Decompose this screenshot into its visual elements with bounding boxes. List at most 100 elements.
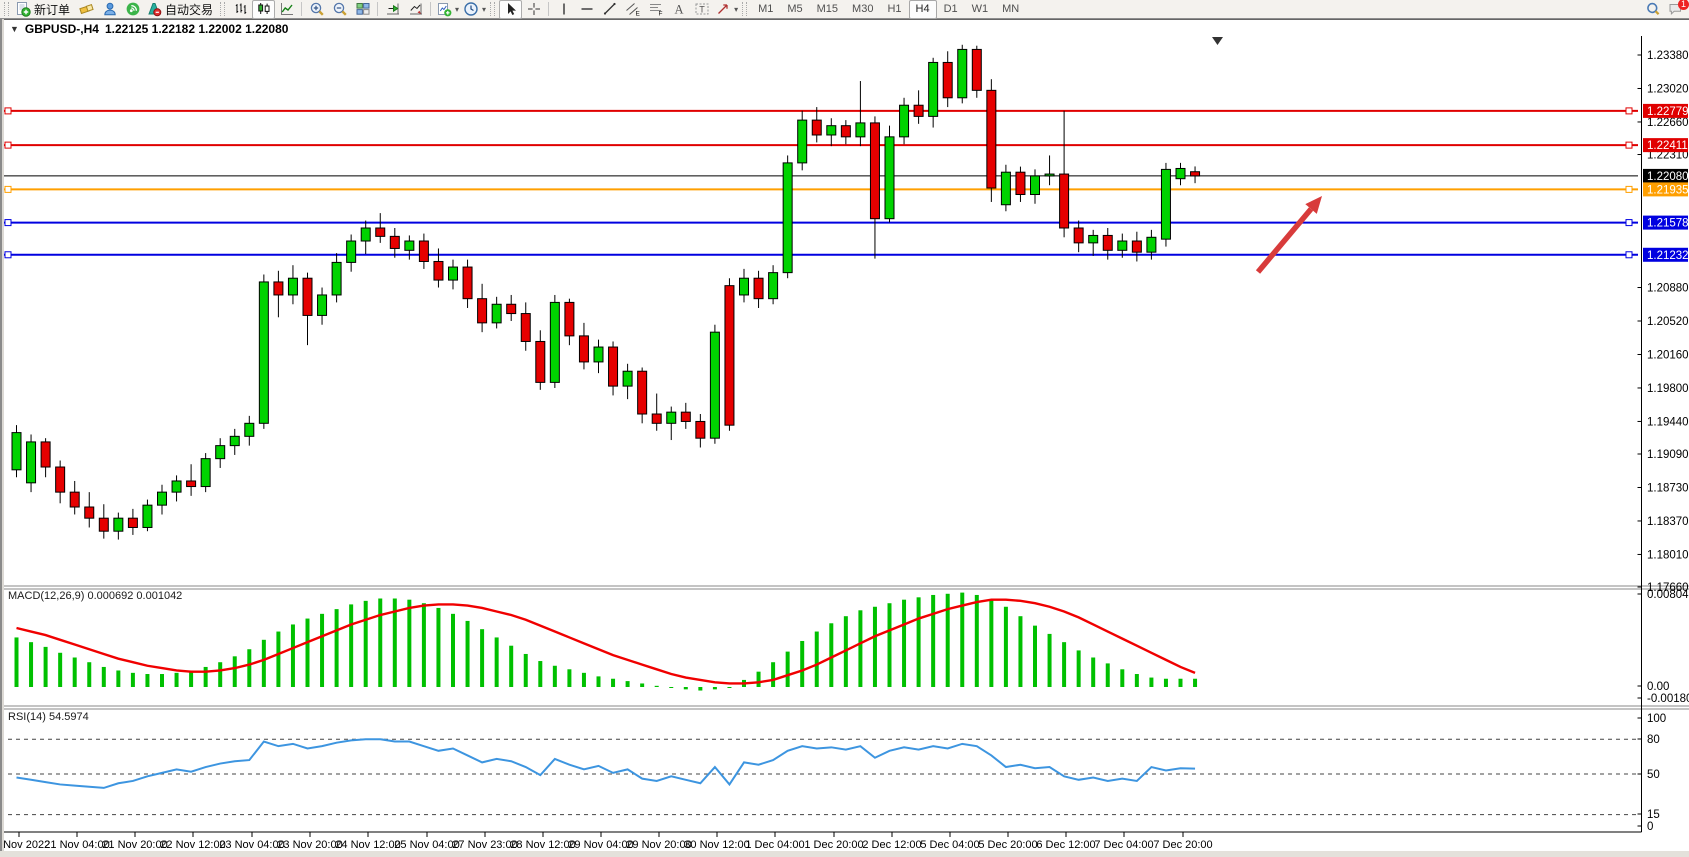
hline-start-handle[interactable] bbox=[5, 186, 11, 192]
timeframe-w1-button[interactable]: W1 bbox=[965, 0, 996, 19]
new-chart-icon bbox=[436, 1, 452, 17]
trendline-icon bbox=[602, 1, 618, 17]
hline-end-handle[interactable] bbox=[1626, 142, 1632, 148]
candle bbox=[347, 241, 356, 262]
macd-histogram-bar bbox=[116, 670, 120, 687]
timeframe-h4-button[interactable]: H4 bbox=[909, 0, 937, 19]
timeframe-m1-button[interactable]: M1 bbox=[751, 0, 780, 19]
vertical-line-button[interactable] bbox=[552, 0, 575, 19]
date-tick-label: 30 Nov 12:00 bbox=[684, 839, 749, 851]
eraser-button[interactable] bbox=[75, 0, 98, 19]
chart-shift-marker[interactable] bbox=[1212, 37, 1223, 45]
date-tick-label: 18 Nov 2022 bbox=[0, 839, 50, 851]
macd-histogram-bar bbox=[1106, 663, 1110, 687]
fibonacci-icon: F bbox=[648, 1, 664, 17]
zoom-in-button[interactable] bbox=[305, 0, 328, 19]
candle bbox=[1074, 228, 1083, 243]
rsi-axis-label: 0 bbox=[1647, 821, 1653, 833]
signals-button[interactable] bbox=[121, 0, 144, 19]
macd-histogram-bar bbox=[233, 656, 237, 687]
macd-histogram-bar bbox=[378, 599, 382, 688]
hline-end-handle[interactable] bbox=[1626, 108, 1632, 114]
horizontal-line-button[interactable] bbox=[575, 0, 598, 19]
trendline-button[interactable] bbox=[598, 0, 621, 19]
chart-title-caret-icon[interactable]: ▼ bbox=[10, 24, 19, 34]
toolbar-drag-handle[interactable] bbox=[490, 2, 495, 16]
auto-scroll-button[interactable] bbox=[404, 0, 427, 19]
price-badge-label: 1.22779 bbox=[1647, 106, 1689, 118]
chart-line-button[interactable] bbox=[275, 0, 298, 19]
candle bbox=[274, 282, 283, 295]
macd-histogram-bar bbox=[364, 601, 368, 687]
macd-panel-label: MACD(12,26,9) 0.000692 0.001042 bbox=[8, 590, 182, 602]
hline-end-handle[interactable] bbox=[1626, 220, 1632, 226]
periods-clock-button[interactable]: ▾ bbox=[461, 0, 488, 19]
macd-histogram-bar bbox=[102, 667, 106, 687]
candle bbox=[550, 302, 559, 382]
macd-histogram-bar bbox=[1193, 679, 1197, 687]
new-order-button[interactable]: 新订单 bbox=[13, 0, 75, 19]
macd-histogram-bar bbox=[407, 600, 411, 687]
macd-histogram-bar bbox=[873, 607, 877, 687]
hline-start-handle[interactable] bbox=[5, 252, 11, 258]
periods-clock-dropdown-icon[interactable]: ▾ bbox=[482, 5, 486, 14]
crosshair-button[interactable] bbox=[522, 0, 545, 19]
search-button[interactable] bbox=[1641, 0, 1664, 19]
chart-candles-button[interactable] bbox=[252, 0, 275, 19]
new-chart-dropdown-icon[interactable]: ▾ bbox=[455, 5, 459, 14]
macd-histogram-bar bbox=[640, 683, 644, 687]
timeframe-mn-button[interactable]: MN bbox=[995, 0, 1026, 19]
arrows-tool-button[interactable]: ▾ bbox=[713, 0, 740, 19]
macd-histogram-bar bbox=[29, 642, 33, 687]
hline-start-handle[interactable] bbox=[5, 220, 11, 226]
text-label-button[interactable]: T bbox=[690, 0, 713, 19]
timeframe-h1-button[interactable]: H1 bbox=[880, 0, 908, 19]
macd-histogram-bar bbox=[451, 614, 455, 687]
timeframe-m30-button[interactable]: M30 bbox=[845, 0, 880, 19]
community-icon bbox=[102, 1, 118, 17]
toolbar-drag-handle[interactable] bbox=[220, 2, 225, 16]
toolbar-drag-handle[interactable] bbox=[4, 2, 9, 16]
notifications-button[interactable]: 1 bbox=[1664, 0, 1687, 19]
new-chart-button[interactable]: ▾ bbox=[434, 0, 461, 19]
candle bbox=[478, 299, 487, 323]
fibonacci-button[interactable]: F bbox=[644, 0, 667, 19]
date-tick-label: 2 Dec 12:00 bbox=[862, 839, 921, 851]
hline-start-handle[interactable] bbox=[5, 108, 11, 114]
chart-shift-button[interactable] bbox=[381, 0, 404, 19]
hline-start-handle[interactable] bbox=[5, 142, 11, 148]
community-button[interactable] bbox=[98, 0, 121, 19]
tile-windows-button[interactable] bbox=[351, 0, 374, 19]
chart-bars-button[interactable] bbox=[229, 0, 252, 19]
chart-ohlc-values: 1.22125 1.22182 1.22002 1.22080 bbox=[105, 22, 289, 36]
text-icon: A bbox=[671, 1, 687, 17]
timeframe-m5-button[interactable]: M5 bbox=[780, 0, 809, 19]
macd-histogram-bar bbox=[902, 600, 906, 687]
price-tick-label: 1.22660 bbox=[1647, 117, 1689, 129]
candle bbox=[1060, 174, 1069, 228]
zoom-out-button[interactable] bbox=[328, 0, 351, 19]
macd-histogram-bar bbox=[320, 614, 324, 687]
hline-end-handle[interactable] bbox=[1626, 252, 1632, 258]
timeframe-d1-button[interactable]: D1 bbox=[937, 0, 965, 19]
candle bbox=[114, 518, 123, 531]
text-button[interactable]: A bbox=[667, 0, 690, 19]
rsi-axis-label: 50 bbox=[1647, 769, 1660, 781]
date-tick-label: 1 Dec 20:00 bbox=[804, 839, 863, 851]
rsi-panel-label: RSI(14) 54.5974 bbox=[8, 711, 89, 723]
trend-arrow-shaft[interactable] bbox=[1258, 209, 1311, 272]
price-tick-label: 1.19090 bbox=[1647, 449, 1689, 461]
toolbar-drag-handle[interactable] bbox=[742, 2, 747, 16]
auto-trading-button[interactable]: 自动交易 bbox=[144, 0, 218, 19]
rsi-name: RSI(14) bbox=[8, 711, 46, 723]
arrows-tool-dropdown-icon[interactable]: ▾ bbox=[734, 5, 738, 14]
equidistant-channel-button[interactable]: E bbox=[621, 0, 644, 19]
candle bbox=[667, 412, 676, 423]
hline-end-handle[interactable] bbox=[1626, 186, 1632, 192]
cursor-button[interactable] bbox=[499, 0, 522, 19]
timeframe-m15-button[interactable]: M15 bbox=[810, 0, 845, 19]
candle bbox=[929, 62, 938, 116]
macd-histogram-bar bbox=[713, 687, 717, 689]
notification-count-badge: 1 bbox=[1678, 0, 1689, 10]
chart-area[interactable]: 1.233801.230201.226601.223101.208801.205… bbox=[0, 18, 1689, 857]
